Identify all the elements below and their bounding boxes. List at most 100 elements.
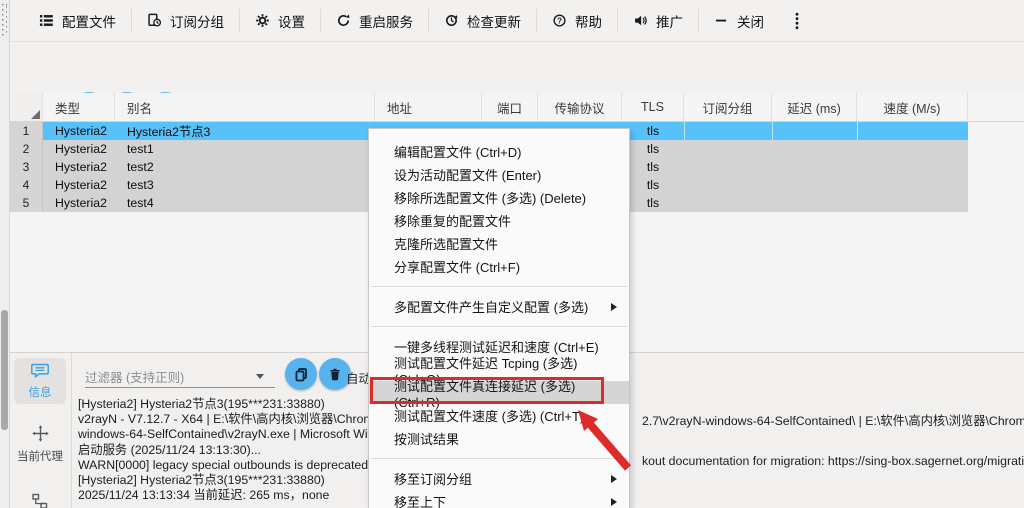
cell-group (684, 158, 772, 176)
left-splitter-strip[interactable] (0, 0, 10, 508)
log-line-continuation: 2.7\v2rayN-windows-64-SelfContained\ | E… (642, 414, 1024, 428)
move-arrows-icon (31, 425, 49, 442)
menu-item-share-profile[interactable]: 分享配置文件 (Ctrl+F) (369, 255, 629, 278)
copy-icon (295, 367, 307, 381)
cell-type: Hysteria2 (43, 194, 115, 212)
toolbar-button-subscriptions[interactable]: 订阅分组 (132, 6, 239, 36)
column-header-subscription-group[interactable]: 订阅分组 (684, 93, 772, 121)
menu-item-set-active-profile[interactable]: 设为活动配置文件 (Enter) (369, 163, 629, 186)
row-number: 2 (10, 140, 43, 158)
toolbar-button-restart-service[interactable]: 重启服务 (321, 6, 428, 36)
toolbar-button-settings[interactable]: 设置 (240, 6, 320, 36)
toolbar-button-label: 关闭 (737, 14, 764, 30)
menu-item-label: 按测试结果 (394, 432, 460, 447)
column-header-transport[interactable]: 传输协议 (538, 93, 622, 121)
toolbar-button-label: 订阅分组 (170, 14, 224, 30)
check-update-icon (444, 13, 459, 28)
column-header-delay[interactable]: 延迟 (ms) (772, 93, 857, 121)
restart-icon (336, 13, 351, 28)
menu-item-label: 分享配置文件 (Ctrl+F) (394, 260, 521, 275)
drag-grip-icon[interactable] (2, 4, 7, 36)
toolbar-button-check-update[interactable]: 检查更新 (429, 6, 536, 36)
toolbar-button-profiles[interactable]: 配置文件 (24, 6, 131, 36)
cell-delay (772, 122, 857, 140)
cell-alias: test1 (115, 140, 375, 158)
svg-text:?: ? (557, 16, 562, 25)
toolbar-more-button[interactable] (779, 6, 815, 36)
cell-tls: tls (622, 122, 684, 140)
speaker-icon (633, 13, 648, 28)
profile-filter-bar: 所有 (10, 42, 1024, 126)
toolbar-button-label: 检查更新 (467, 14, 521, 30)
submenu-arrow-icon (611, 497, 617, 506)
profiles-icon (39, 13, 54, 28)
column-header-speed[interactable]: 速度 (M/s) (857, 93, 968, 121)
minimize-icon (714, 13, 729, 28)
cell-speed (857, 194, 968, 212)
menu-item-label: 编辑配置文件 (Ctrl+D) (394, 145, 522, 160)
annotation-arrow (578, 410, 632, 471)
tab-label: 信息 (28, 387, 52, 399)
menu-item-edit-profile[interactable]: 编辑配置文件 (Ctrl+D) (369, 140, 629, 163)
cell-speed (857, 122, 968, 140)
menu-item-label: 移除重复的配置文件 (394, 214, 512, 229)
cell-type: Hysteria2 (43, 176, 115, 194)
row-number: 4 (10, 176, 43, 194)
trash-icon (330, 368, 340, 380)
menu-item-clone-selected[interactable]: 克隆所选配置文件 (369, 232, 629, 255)
cell-type: Hysteria2 (43, 122, 115, 140)
column-header-type[interactable]: 类型 (43, 93, 115, 121)
cell-speed (857, 140, 968, 158)
help-icon: ? (552, 13, 567, 28)
log-line-continuation: kout documentation for migration: https:… (642, 454, 1024, 468)
toolbar-button-label: 配置文件 (62, 14, 116, 30)
v2rayn-window: 配置文件 订阅分组 设置 重启服务 检查更新 ? 帮助 推广 关闭 配置文件过滤… (0, 0, 1024, 508)
select-all-corner[interactable] (10, 93, 43, 121)
log-line: [Hysteria2] Hysteria2节点3(195***231:33880… (78, 473, 325, 488)
log-line: windows-64-SelfContained\v2rayN.exe | Mi… (78, 427, 370, 442)
tab-label: 当前代理 (17, 451, 63, 463)
cell-delay (772, 176, 857, 194)
combobox-underline (85, 387, 275, 388)
tab-connections[interactable] (14, 493, 66, 508)
column-header-port[interactable]: 端口 (482, 93, 538, 121)
cell-speed (857, 158, 968, 176)
chevron-down-icon[interactable] (256, 374, 264, 379)
toolbar-button-label: 推广 (656, 14, 683, 30)
corner-triangle-icon (31, 110, 40, 119)
column-header-address[interactable]: 地址 (375, 93, 482, 121)
log-line: 启动服务 (2025/11/24 13:13:30)... (78, 442, 261, 457)
column-header-tls[interactable]: TLS (622, 93, 684, 121)
toolbar-button-promote[interactable]: 推广 (618, 6, 698, 36)
toolbar-button-close[interactable]: 关闭 (699, 6, 779, 36)
strip-scrollbar-thumb[interactable] (1, 310, 8, 430)
submenu-arrow-icon (611, 302, 617, 311)
menu-separator (371, 286, 627, 287)
toolbar-button-label: 重启服务 (359, 14, 413, 30)
log-line: [Hysteria2] Hysteria2节点3(195***231:33880… (78, 397, 325, 411)
toolbar-button-help[interactable]: ? 帮助 (537, 6, 617, 36)
tab-current-proxy[interactable]: 当前代理 (14, 425, 66, 464)
log-output[interactable]: [Hysteria2] Hysteria2节点3(195***231:33880… (78, 397, 370, 507)
log-panel-sidebar: 信息 当前代理 (10, 353, 72, 508)
cell-type: Hysteria2 (43, 140, 115, 158)
cell-alias: test2 (115, 158, 375, 176)
cell-alias: test4 (115, 194, 375, 212)
row-number: 5 (10, 194, 43, 212)
copy-log-button[interactable] (285, 358, 317, 390)
menu-item-remove-selected[interactable]: 移除所选配置文件 (多选) (Delete) (369, 186, 629, 209)
column-header-alias[interactable]: 别名 (115, 93, 375, 121)
log-filter-combobox[interactable]: 过滤器 (支持正则) (85, 367, 184, 386)
menu-item-move-up-down[interactable]: 移至上下 (369, 490, 629, 508)
kebab-menu-icon (793, 12, 801, 30)
log-line: 2025/11/24 13:13:34 当前延迟: 265 ms，none (78, 488, 330, 503)
cell-alias: Hysteria2节点3 (115, 122, 375, 140)
menu-item-label: 移至订阅分组 (394, 472, 473, 487)
tab-info[interactable]: 信息 (14, 358, 66, 404)
menu-item-custom-config[interactable]: 多配置文件产生自定义配置 (多选) (369, 295, 629, 318)
menu-item-label: 移除所选配置文件 (多选) (Delete) (394, 191, 587, 206)
toolbar-button-label: 帮助 (575, 14, 602, 30)
menu-item-remove-duplicates[interactable]: 移除重复的配置文件 (369, 209, 629, 232)
menu-item-label: 多配置文件产生自定义配置 (多选) (394, 300, 589, 315)
cell-delay (772, 194, 857, 212)
